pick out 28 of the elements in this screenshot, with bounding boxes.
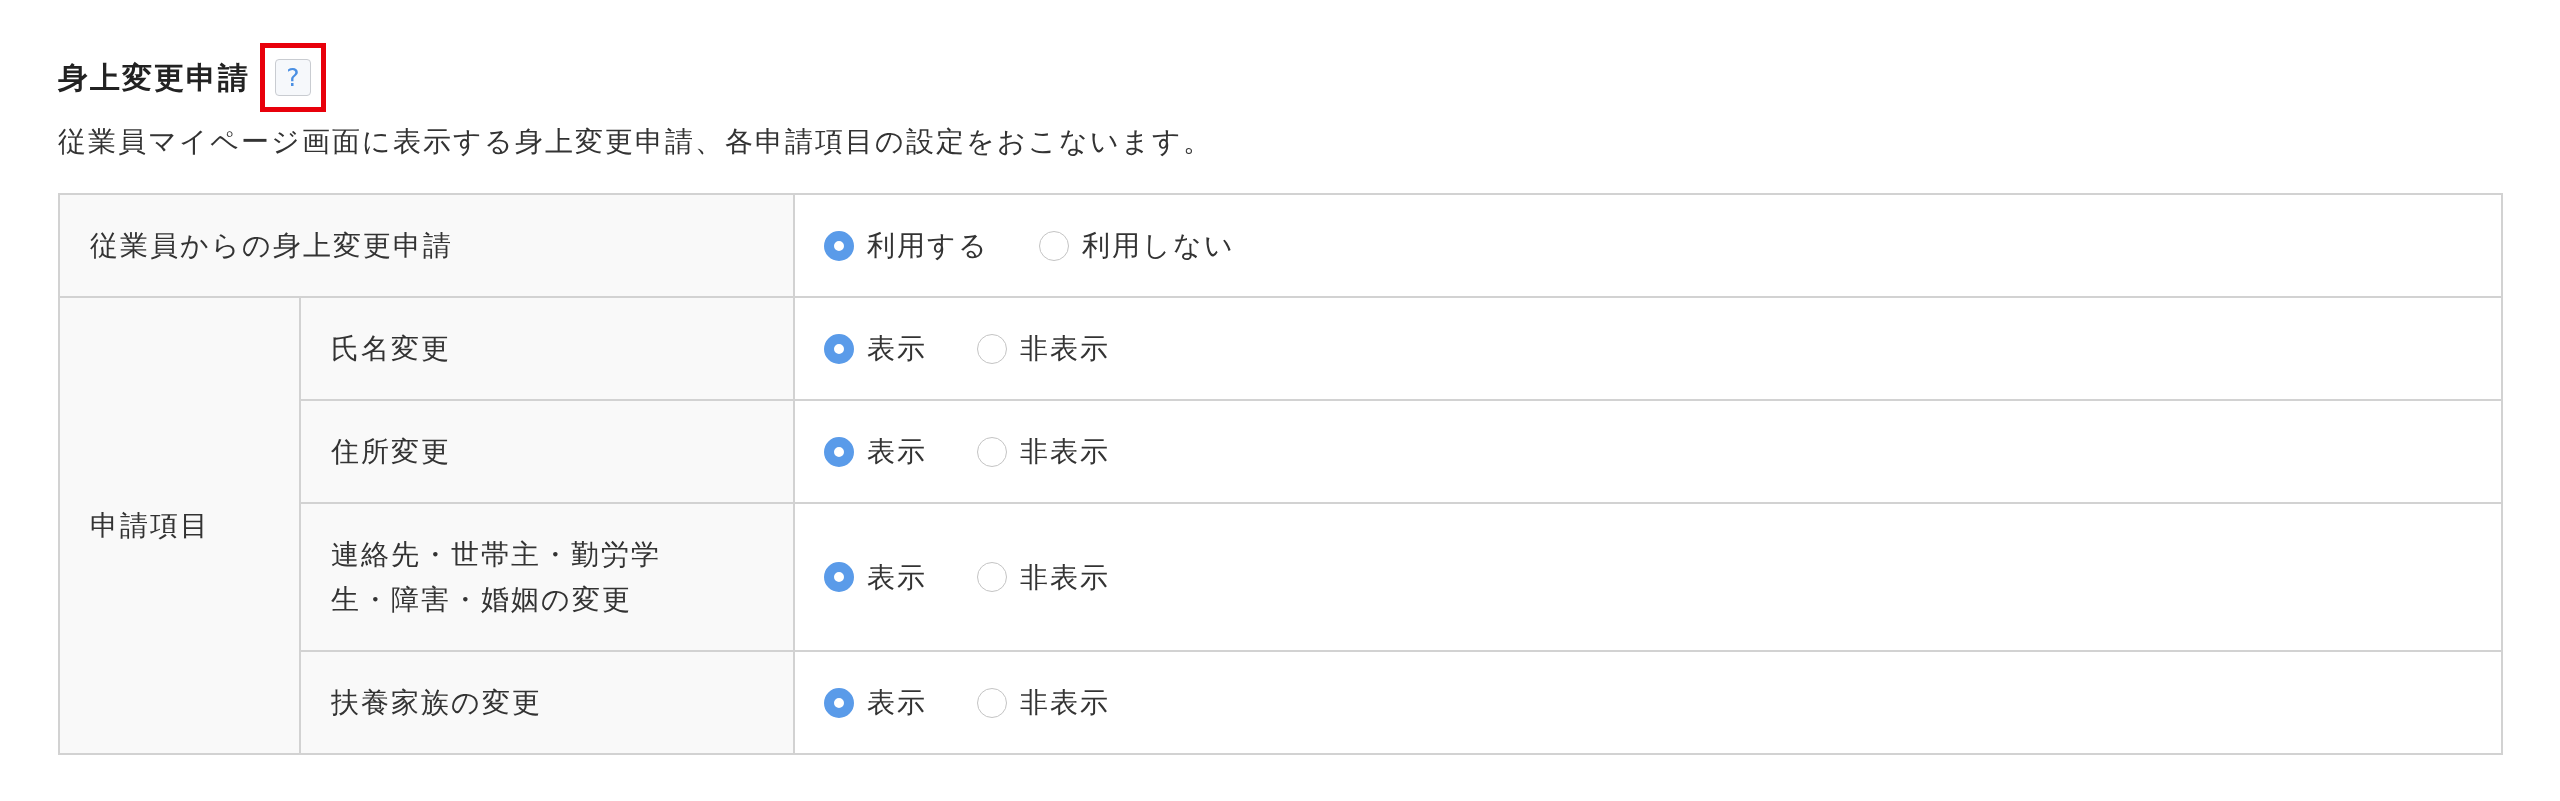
row-label: 住所変更: [331, 434, 451, 470]
radio-option[interactable]: 非表示: [977, 429, 1110, 474]
radio-button[interactable]: [824, 562, 854, 592]
radio-button[interactable]: [977, 687, 1007, 718]
radio-option[interactable]: 非表示: [977, 680, 1110, 725]
radio-option[interactable]: 表示: [824, 326, 927, 371]
radio-button[interactable]: [977, 562, 1007, 592]
radio-option[interactable]: 表示: [824, 429, 927, 474]
row-label: 申請項目: [90, 508, 210, 544]
row-label: 従業員からの身上変更申請: [90, 228, 453, 264]
radio-option[interactable]: 利用しない: [1039, 223, 1235, 268]
radio-button[interactable]: [1039, 230, 1069, 261]
radio-button[interactable]: [824, 333, 854, 364]
row-label: 氏名変更: [331, 331, 451, 367]
radio-button[interactable]: [824, 230, 854, 261]
radio-option[interactable]: 表示: [824, 554, 927, 600]
radio-button[interactable]: [824, 436, 854, 467]
radio-button[interactable]: [824, 687, 854, 718]
radio-option[interactable]: 非表示: [977, 554, 1110, 600]
row-label: 扶養家族の変更: [331, 685, 542, 721]
row-label: 連絡先・世帯主・勤労学生・障害・婚姻の変更: [331, 537, 662, 618]
radio-button[interactable]: [977, 436, 1007, 467]
radio-button[interactable]: [977, 333, 1007, 364]
radio-option[interactable]: 利用する: [824, 223, 989, 268]
radio-option[interactable]: 非表示: [977, 326, 1110, 371]
section-title: 身上変更申請: [58, 58, 250, 97]
radio-option[interactable]: 表示: [824, 680, 927, 725]
section-description: 従業員マイページ画面に表示する身上変更申請、各申請項目の設定をおこないます。: [58, 124, 1213, 160]
